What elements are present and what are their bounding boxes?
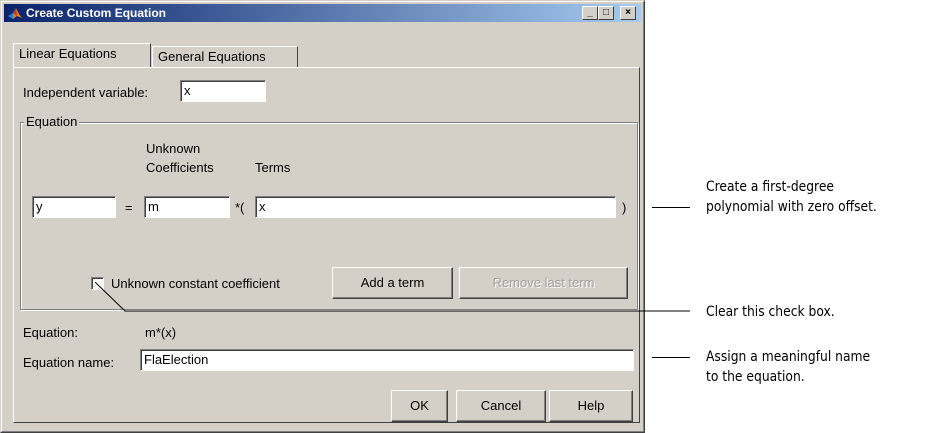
close-paren: ) xyxy=(622,200,627,215)
ok-label: OK xyxy=(410,398,429,413)
callout-line-name xyxy=(652,357,690,358)
annotation-line: polynomial with zero offset. xyxy=(706,199,877,215)
terms-header: Terms xyxy=(255,160,291,175)
cancel-label: Cancel xyxy=(480,398,522,413)
annotation-first-degree: Create a first-degree polynomial with ze… xyxy=(706,177,877,217)
annotation-clear-checkbox: Clear this check box. xyxy=(706,302,835,322)
unknown-coefficients-header-line1: Unknown xyxy=(146,141,201,156)
ok-button[interactable]: OK xyxy=(391,390,448,422)
tab-label: Linear Equations xyxy=(19,46,117,61)
equation-name-input[interactable]: FlaElection xyxy=(140,349,634,371)
window-title: Create Custom Equation xyxy=(26,6,167,20)
coefficient-input[interactable]: m xyxy=(144,196,230,218)
close-icon: × xyxy=(625,7,631,18)
annotation-line: to the equation. xyxy=(706,369,805,385)
create-custom-equation-window: Create Custom Equation _ □ × Linear Equa… xyxy=(0,0,645,433)
annotation-line: Clear this check box. xyxy=(706,304,835,320)
close-button[interactable]: × xyxy=(620,6,636,20)
tab-general-equations[interactable]: General Equations xyxy=(152,46,298,67)
cancel-button[interactable]: Cancel xyxy=(456,390,546,422)
minimize-button[interactable]: _ xyxy=(582,6,598,20)
help-button[interactable]: Help xyxy=(549,390,633,422)
equation-preview-value: m*(x) xyxy=(145,325,177,340)
matlab-logo-icon xyxy=(8,8,22,19)
annotation-meaningful-name: Assign a meaningful name to the equation… xyxy=(706,347,870,387)
maximize-icon: □ xyxy=(602,7,610,18)
unknown-coefficients-header-line2: Coefficients xyxy=(146,160,214,175)
minimize-icon: _ xyxy=(587,7,593,18)
equals-sign: = xyxy=(125,200,133,215)
equation-preview-label: Equation: xyxy=(23,325,78,340)
annotation-line: Create a first-degree xyxy=(706,179,835,195)
help-label: Help xyxy=(577,398,605,413)
tab-linear-equations[interactable]: Linear Equations xyxy=(13,43,151,67)
callout-line-term xyxy=(652,207,690,208)
times-open-paren: *( xyxy=(235,200,245,215)
callout-line-checkbox xyxy=(95,282,690,312)
equation-group-title: Equation xyxy=(24,114,80,129)
independent-variable-input[interactable]: x xyxy=(180,80,266,102)
annotation-line: Assign a meaningful name xyxy=(706,349,871,365)
term-input[interactable]: x xyxy=(255,196,616,218)
independent-variable-label: Independent variable: xyxy=(23,85,149,100)
equation-name-label: Equation name: xyxy=(23,355,115,370)
title-bar[interactable]: Create Custom Equation _ □ × xyxy=(4,4,641,22)
lhs-variable-input[interactable]: y xyxy=(32,196,116,218)
tab-label: General Equations xyxy=(158,49,266,64)
maximize-button[interactable]: □ xyxy=(598,6,614,20)
